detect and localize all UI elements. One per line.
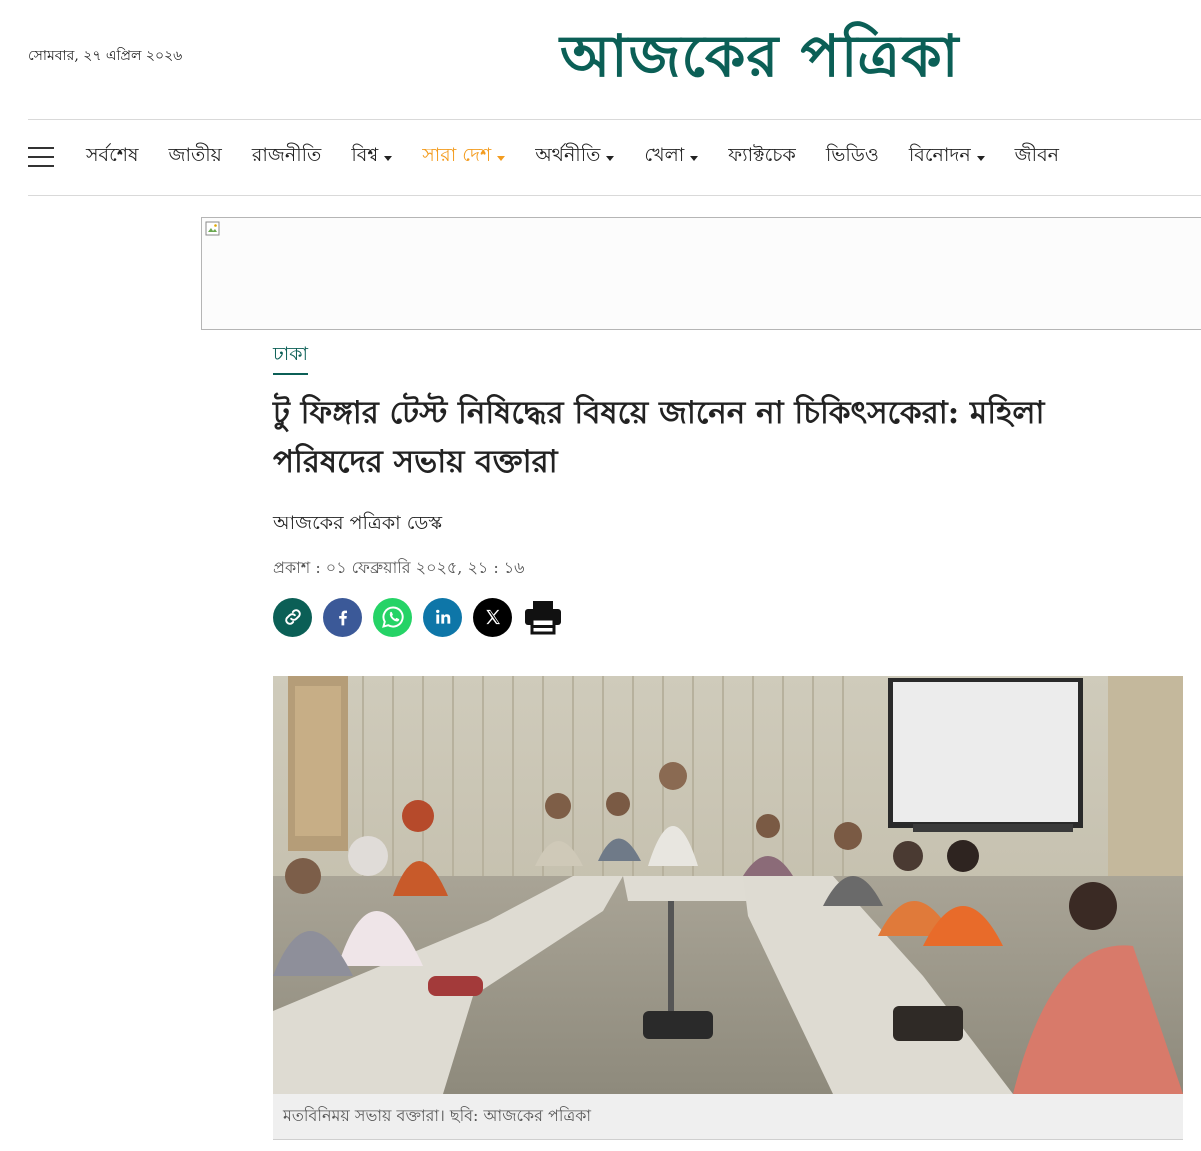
article-headline: টু ফিঙ্গার টেস্ট নিষিদ্ধের বিষয়ে জানেন … (273, 395, 1045, 480)
nav-item-country[interactable]: সারা দেশ (422, 141, 506, 173)
link-icon (284, 609, 301, 625)
article-photo (273, 676, 1183, 1094)
nav-item-entertainment[interactable]: বিনোদন (909, 141, 985, 173)
print-button[interactable] (523, 597, 563, 637)
x-twitter-icon (485, 609, 500, 625)
date-line: সোমবার, ২৭ এপ্রিল ২০২৬ (28, 48, 183, 64)
linkedin-icon (435, 609, 450, 624)
nav-item-national[interactable]: জাতীয় (168, 141, 221, 173)
chevron-down-icon (690, 155, 699, 161)
category-link[interactable]: ঢাকা (273, 340, 309, 375)
nav-item-politics[interactable]: রাজনীতি (252, 141, 321, 173)
chevron-down-icon (976, 155, 985, 161)
nav-item-factcheck[interactable]: ফ্যাক্টচেক (728, 141, 796, 173)
chevron-down-icon (497, 155, 506, 161)
whatsapp-icon (381, 606, 404, 628)
byline[interactable]: আজকের পত্রিকা ডেস্ক (273, 509, 1183, 541)
publish-time: প্রকাশ : ০১ ফেব্রুয়ারি ২০২৫, ২১ : ১৬ (273, 558, 525, 577)
nav-item-life[interactable]: জীবন (1015, 141, 1059, 173)
nav-item-economy[interactable]: অর্থনীতি (535, 141, 615, 173)
chevron-down-icon (606, 155, 615, 161)
nav-item-video[interactable]: ভিডিও (826, 141, 879, 173)
print-icon (525, 601, 561, 635)
nav-item-sports[interactable]: খেলা (644, 141, 699, 173)
facebook-icon (338, 610, 347, 626)
linkedin-share-button[interactable] (423, 597, 462, 637)
facebook-share-button[interactable] (323, 597, 362, 637)
whatsapp-share-button[interactable] (373, 597, 412, 637)
article-header: ঢাকা টু ফিঙ্গার টেস্ট নিষিদ্ধের বিষয়ে জ… (273, 340, 1183, 582)
nav-bottom-divider (28, 195, 1201, 196)
logo-text: আজকের পত্রিকা (560, 22, 960, 90)
share-bar (273, 597, 563, 637)
broken-image-icon (205, 221, 220, 236)
meeting-photo (273, 676, 1183, 1094)
hamburger-menu-icon[interactable] (28, 147, 54, 167)
photo-caption: মতবিনিময় সভায় বক্তারা। ছবি: আজকের পত্র… (273, 1094, 1183, 1140)
x-share-button[interactable] (473, 597, 512, 637)
site-logo[interactable]: আজকের পত্রিকা (560, 14, 1060, 98)
ad-banner[interactable] (201, 217, 1201, 330)
chevron-down-icon (384, 155, 393, 161)
nav-item-world[interactable]: বিশ্ব (351, 141, 393, 173)
nav-item-latest[interactable]: সর্বশেষ (86, 141, 138, 173)
copy-link-button[interactable] (273, 597, 312, 637)
main-nav: সর্বশেষ জাতীয় রাজনীতি বিশ্ব সারা দেশ অর… (28, 120, 1201, 194)
